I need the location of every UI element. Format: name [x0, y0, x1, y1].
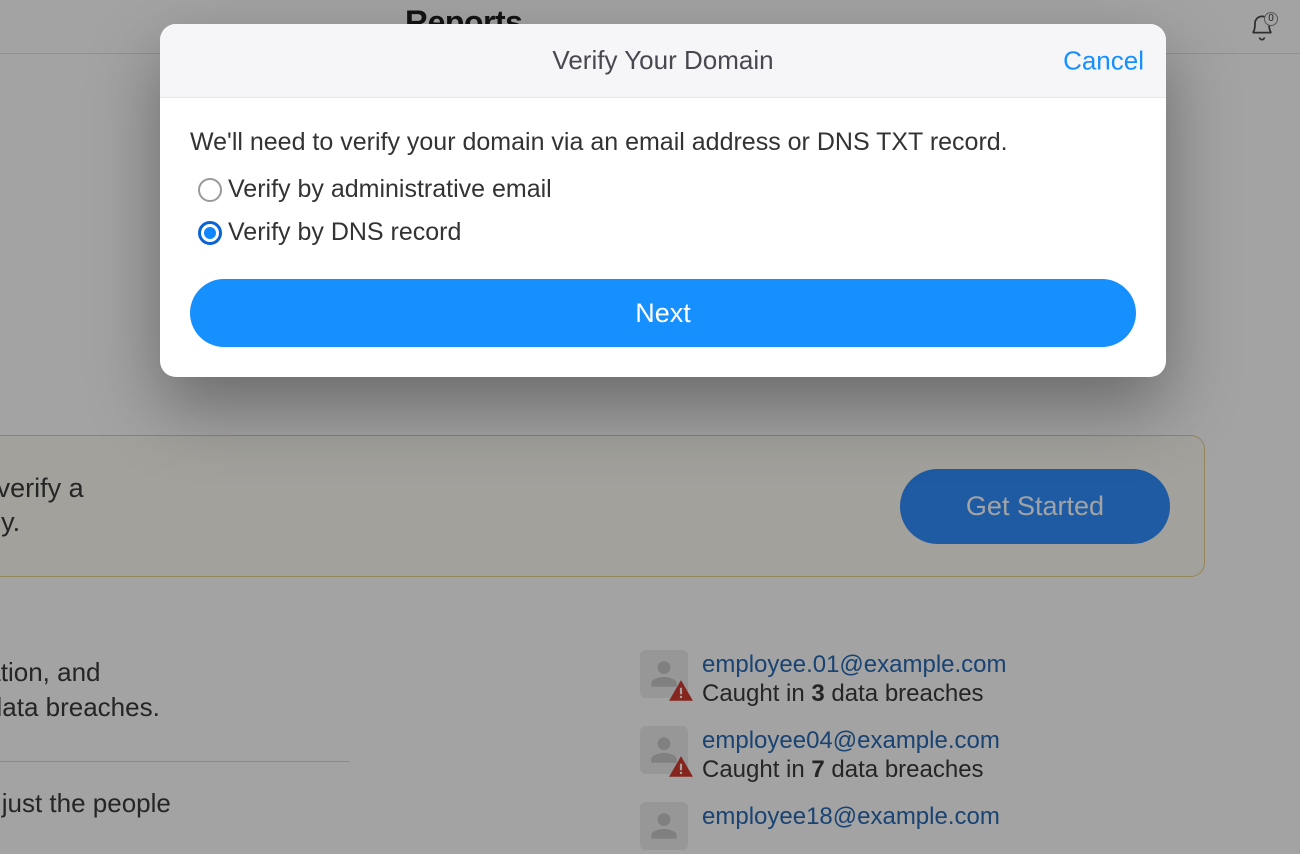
radio-dns[interactable] — [198, 221, 222, 245]
verify-domain-modal: Verify Your Domain Cancel We'll need to … — [160, 24, 1166, 377]
radio-row-dns[interactable]: Verify by DNS record — [198, 218, 1136, 247]
cancel-button[interactable]: Cancel — [1063, 45, 1144, 76]
radio-dns-label[interactable]: Verify by DNS record — [228, 218, 461, 247]
modal-description: We'll need to verify your domain via an … — [190, 128, 1136, 157]
next-button[interactable]: Next — [190, 279, 1136, 347]
radio-email[interactable] — [198, 178, 222, 202]
modal-header: Verify Your Domain Cancel — [160, 24, 1166, 98]
radio-email-label[interactable]: Verify by administrative email — [228, 175, 552, 204]
modal-body: We'll need to verify your domain via an … — [160, 98, 1166, 377]
modal-title: Verify Your Domain — [552, 45, 773, 76]
radio-row-email[interactable]: Verify by administrative email — [198, 175, 1136, 204]
